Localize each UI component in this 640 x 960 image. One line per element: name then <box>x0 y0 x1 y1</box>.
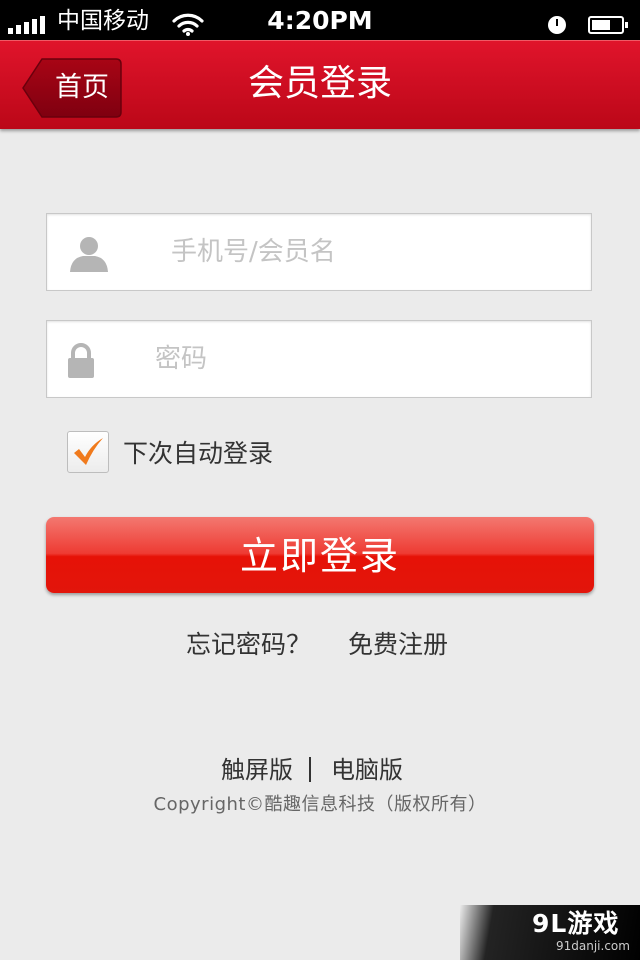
forgot-password-link[interactable]: 忘记密码？ <box>186 626 311 664</box>
password-input[interactable] <box>155 321 575 397</box>
password-field[interactable] <box>46 320 592 398</box>
footer-divider <box>309 757 311 782</box>
remember-label: 下次自动登录 <box>123 439 274 468</box>
user-icon <box>70 237 108 272</box>
remember-login-toggle[interactable]: 下次自动登录 <box>67 430 273 474</box>
watermark-logo: 9L游戏 91danji.com <box>460 905 640 960</box>
username-input[interactable] <box>171 214 571 290</box>
username-field[interactable] <box>46 213 592 291</box>
alarm-clock-icon <box>548 16 566 34</box>
login-button[interactable]: 立即登录 <box>46 517 594 593</box>
version-switch: 触屏版 电脑版 <box>0 752 640 788</box>
touch-version-link[interactable]: 触屏版 <box>221 752 293 788</box>
remember-checkbox[interactable] <box>67 431 109 473</box>
watermark-brand: 9L游戏 <box>532 909 620 938</box>
register-link[interactable]: 免费注册 <box>348 626 448 664</box>
page-title: 会员登录 <box>247 63 392 104</box>
lock-icon <box>68 343 94 378</box>
copyright-text: Copyright©酷趣信息科技（版权所有） <box>153 794 487 815</box>
watermark-site: 91danji.com <box>556 939 630 953</box>
pc-version-link[interactable]: 电脑版 <box>331 752 403 788</box>
status-time: 4:20PM <box>267 6 373 35</box>
account-links: 忘记密码？ 免费注册 <box>0 626 640 664</box>
battery-icon <box>588 16 628 34</box>
checkmark-icon <box>74 438 103 465</box>
status-bar: 中国移动 4:20PM <box>0 0 640 40</box>
